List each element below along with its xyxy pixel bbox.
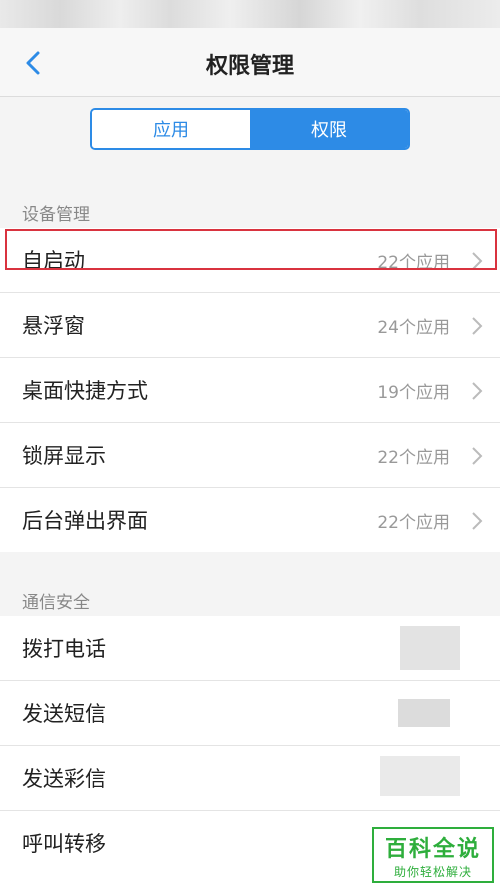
list-item-count: 22个应用 — [377, 447, 450, 468]
list-item-count: 19个应用 — [377, 382, 450, 403]
list-item-title: 呼叫转移 — [22, 832, 106, 856]
list-item-title: 发送彩信 — [22, 767, 106, 791]
watermark-logo: 百科全说 助你轻松解决 — [372, 827, 494, 883]
chevron-right-icon — [472, 382, 483, 400]
blurred-region — [380, 756, 460, 796]
tab-apps[interactable]: 应用 — [92, 110, 250, 148]
list-item-send-sms[interactable]: 发送短信 — [0, 681, 500, 746]
list-item-count: 22个应用 — [377, 512, 450, 533]
list-item-send-mms[interactable]: 发送彩信 — [0, 746, 500, 811]
list-item-title: 桌面快捷方式 — [22, 379, 148, 403]
status-bar — [0, 0, 500, 28]
list-item-background-popup[interactable]: 后台弹出界面 22个应用 — [0, 488, 500, 552]
section-label-communication-security: 通信安全 — [22, 593, 90, 613]
chevron-right-icon — [472, 317, 483, 335]
page-title: 权限管理 — [205, 54, 294, 79]
list-item-make-call[interactable]: 拨打电话 — [0, 616, 500, 681]
list-item-title: 后台弹出界面 — [22, 509, 148, 533]
navigation-bar: 权限管理 — [0, 28, 500, 97]
chevron-right-icon — [472, 447, 483, 465]
watermark-main-text: 百科全说 — [384, 837, 481, 862]
highlight-box — [5, 229, 497, 270]
watermark-sub-text: 助你轻松解决 — [393, 865, 472, 879]
list-item-floating-window[interactable]: 悬浮窗 24个应用 — [0, 293, 500, 358]
list-item-title: 悬浮窗 — [22, 314, 85, 338]
list-item-title: 拨打电话 — [22, 637, 106, 661]
blurred-region — [398, 699, 450, 727]
blurred-region — [400, 626, 460, 670]
segmented-control: 应用 权限 — [90, 108, 410, 150]
list-item-title: 发送短信 — [22, 702, 106, 726]
chevron-right-icon — [472, 512, 483, 530]
list-item-desktop-shortcut[interactable]: 桌面快捷方式 19个应用 — [0, 358, 500, 423]
list-item-lockscreen-display[interactable]: 锁屏显示 22个应用 — [0, 423, 500, 488]
list-item-title: 锁屏显示 — [22, 444, 106, 468]
list-item-count: 24个应用 — [377, 317, 450, 338]
section-label-device-management: 设备管理 — [22, 205, 90, 225]
list-group-device-management: 自启动 22个应用 悬浮窗 24个应用 桌面快捷方式 19个应用 锁屏显示 22… — [0, 228, 500, 552]
tab-permissions[interactable]: 权限 — [250, 110, 408, 148]
